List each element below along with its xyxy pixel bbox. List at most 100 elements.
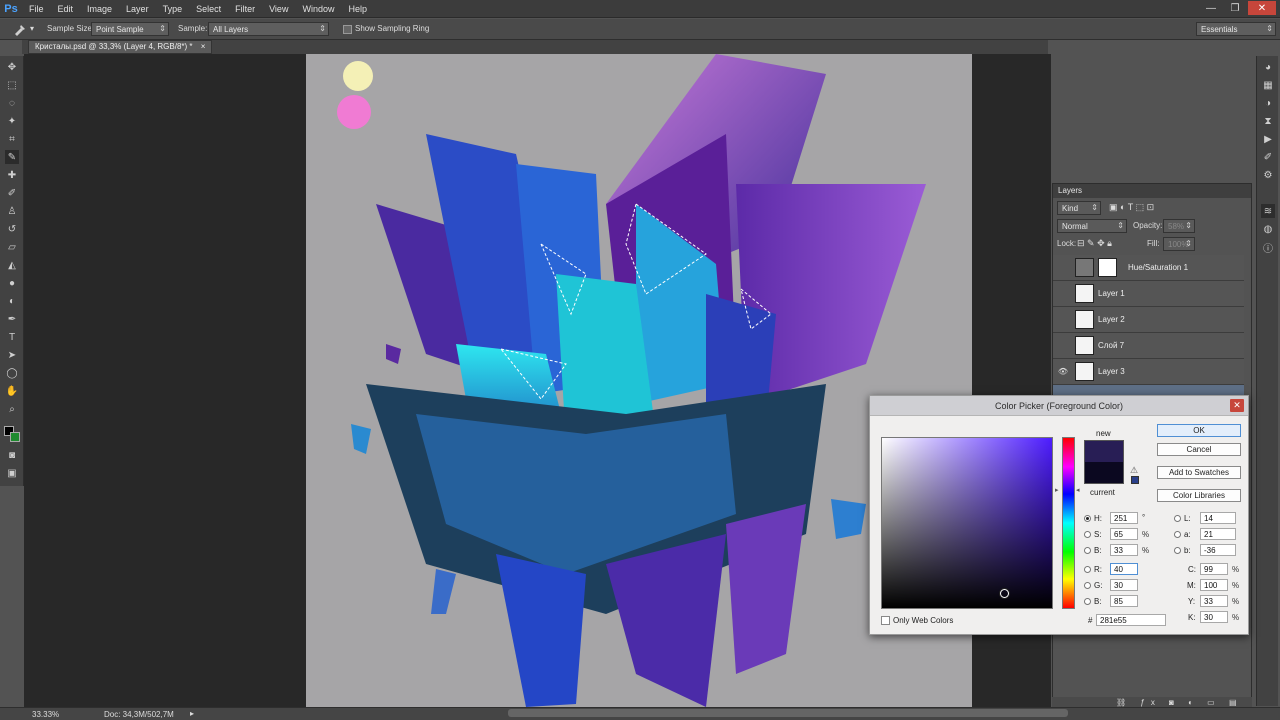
screen-mode-icon[interactable]: ▣ (5, 466, 19, 480)
eyedropper-icon[interactable]: ✎ (5, 150, 19, 164)
history-panel-icon[interactable]: ⧗ (1261, 114, 1275, 128)
paint-bucket-icon[interactable]: ◭ (5, 258, 19, 272)
visibility-toggle[interactable] (1058, 314, 1068, 324)
hue-slider-left-arrow-icon[interactable]: ▸ (1055, 486, 1059, 494)
swatches-panel-icon[interactable]: ▦ (1261, 78, 1275, 92)
magic-wand-tool-icon[interactable]: ✦ (5, 114, 19, 128)
history-brush-icon[interactable]: ↺ (5, 222, 19, 236)
background-color-swatch[interactable] (10, 432, 20, 442)
kind-filter-select[interactable]: Kind (1057, 201, 1101, 215)
visibility-toggle[interactable] (1058, 340, 1068, 350)
channels-panel-icon[interactable]: ◍ (1261, 222, 1275, 236)
color-marker[interactable] (1000, 589, 1009, 598)
crop-tool-icon[interactable]: ⌗ (5, 132, 19, 146)
c-input[interactable]: 99 (1200, 563, 1228, 575)
r-input[interactable]: 40 (1110, 563, 1138, 575)
type-tool-icon[interactable]: T (5, 330, 19, 344)
lasso-tool-icon[interactable]: ◌ (5, 96, 19, 110)
visibility-toggle[interactable] (1058, 288, 1068, 298)
opacity-input[interactable]: 58% (1163, 219, 1195, 233)
color-panel-icon[interactable]: ◕ (1261, 60, 1275, 74)
layer-row[interactable]: Layer 2 (1053, 307, 1244, 333)
current-color-swatch[interactable] (1084, 462, 1124, 484)
only-web-colors-checkbox[interactable] (881, 616, 890, 625)
blue-input[interactable]: 85 (1110, 595, 1138, 607)
paths-panel-icon[interactable]: ⓘ (1261, 240, 1275, 255)
m-input[interactable]: 100 (1200, 579, 1228, 591)
pen-tool-icon[interactable]: ✒ (5, 312, 19, 326)
path-selection-icon[interactable]: ➤ (5, 348, 19, 362)
menu-layer[interactable]: Layer (119, 4, 156, 14)
b-input[interactable]: 33 (1110, 544, 1138, 556)
add-to-swatches-button[interactable]: Add to Swatches (1157, 466, 1241, 479)
lab-b-input[interactable]: -36 (1200, 544, 1236, 556)
s-input[interactable]: 65 (1110, 528, 1138, 540)
hue-slider-right-arrow-icon[interactable]: ◂ (1076, 486, 1080, 494)
b-radio[interactable] (1084, 547, 1091, 554)
zoom-tool-icon[interactable]: ⌕ (5, 402, 19, 416)
a-radio[interactable] (1174, 531, 1181, 538)
eye-icon[interactable]: 👁︎ (1058, 366, 1068, 376)
brush-panel-icon[interactable]: ✐ (1261, 150, 1275, 164)
restore-button[interactable]: ❐ (1224, 1, 1246, 15)
g-radio[interactable] (1084, 582, 1091, 589)
hex-input[interactable]: 281e55 (1096, 614, 1166, 626)
minimize-button[interactable]: — (1200, 1, 1222, 15)
brush-tool-icon[interactable]: ✐ (5, 186, 19, 200)
quick-mask-icon[interactable]: ◙ (5, 448, 19, 462)
eraser-tool-icon[interactable]: ▱ (5, 240, 19, 254)
lock-icons[interactable]: ⊟ ✎ ✥ 🔒︎ (1077, 238, 1112, 249)
document-tab[interactable]: Кристалы.psd @ 33,3% (Layer 4, RGB/8*) *… (28, 40, 213, 54)
menu-type[interactable]: Type (156, 4, 190, 14)
ok-button[interactable]: OK (1157, 424, 1241, 437)
layer-row[interactable]: Layer 1 (1053, 281, 1244, 307)
menu-help[interactable]: Help (341, 4, 374, 14)
l-input[interactable]: 14 (1200, 512, 1236, 524)
status-menu-arrow-icon[interactable]: ▸ (190, 709, 194, 718)
eyedropper-tool-icon[interactable] (12, 22, 28, 36)
actions-panel-icon[interactable]: ▶ (1261, 132, 1275, 146)
menu-select[interactable]: Select (189, 4, 228, 14)
s-radio[interactable] (1084, 531, 1091, 538)
layer-row[interactable]: Hue/Saturation 1 (1053, 255, 1244, 281)
h-input[interactable]: 251 (1110, 512, 1138, 524)
healing-brush-icon[interactable]: ✚ (5, 168, 19, 182)
show-sampling-ring-checkbox[interactable] (343, 25, 352, 34)
h-radio[interactable] (1084, 515, 1091, 522)
filter-icons[interactable]: ▣ ◐ T ⬚ ⊡ (1109, 202, 1154, 213)
layer-row[interactable]: Слой 7 (1053, 333, 1244, 359)
blue-radio[interactable] (1084, 598, 1091, 605)
layers-panel-title[interactable]: Layers (1053, 184, 1251, 198)
tool-preset-chevron-icon[interactable]: ▾ (30, 24, 34, 33)
sample-size-select[interactable]: Point Sample (91, 22, 169, 36)
dodge-tool-icon[interactable]: ◐ (5, 294, 19, 308)
menu-filter[interactable]: Filter (228, 4, 262, 14)
out-of-gamut-warning-icon[interactable]: ⚠ (1130, 465, 1138, 476)
close-icon[interactable]: ✕ (1230, 399, 1244, 412)
menu-image[interactable]: Image (80, 4, 119, 14)
l-radio[interactable] (1174, 515, 1181, 522)
adjustments-panel-icon[interactable]: ◑ (1261, 96, 1275, 110)
color-libraries-button[interactable]: Color Libraries (1157, 489, 1241, 502)
lab-b-radio[interactable] (1174, 547, 1181, 554)
move-tool-icon[interactable]: ✥ (5, 60, 19, 74)
layer-row[interactable]: 👁︎ Layer 3 (1053, 359, 1244, 385)
hand-tool-icon[interactable]: ✋ (5, 384, 19, 398)
web-safe-warning-icon[interactable] (1131, 476, 1139, 484)
tool-presets-icon[interactable]: ⚙ (1261, 168, 1275, 182)
document-tab-close-icon[interactable]: × (201, 42, 206, 51)
r-radio[interactable] (1084, 566, 1091, 573)
g-input[interactable]: 30 (1110, 579, 1138, 591)
a-input[interactable]: 21 (1200, 528, 1236, 540)
menu-file[interactable]: File (22, 4, 51, 14)
shape-tool-icon[interactable]: ◯ (5, 366, 19, 380)
close-window-button[interactable]: ✕ (1248, 1, 1276, 15)
menu-edit[interactable]: Edit (51, 4, 81, 14)
marquee-tool-icon[interactable]: ⬚ (5, 78, 19, 92)
menu-window[interactable]: Window (295, 4, 341, 14)
workspace-select[interactable]: Essentials (1196, 22, 1276, 36)
menu-view[interactable]: View (262, 4, 295, 14)
blend-mode-select[interactable]: Normal (1057, 219, 1127, 233)
hue-slider[interactable] (1062, 437, 1075, 609)
visibility-toggle[interactable] (1058, 262, 1068, 272)
